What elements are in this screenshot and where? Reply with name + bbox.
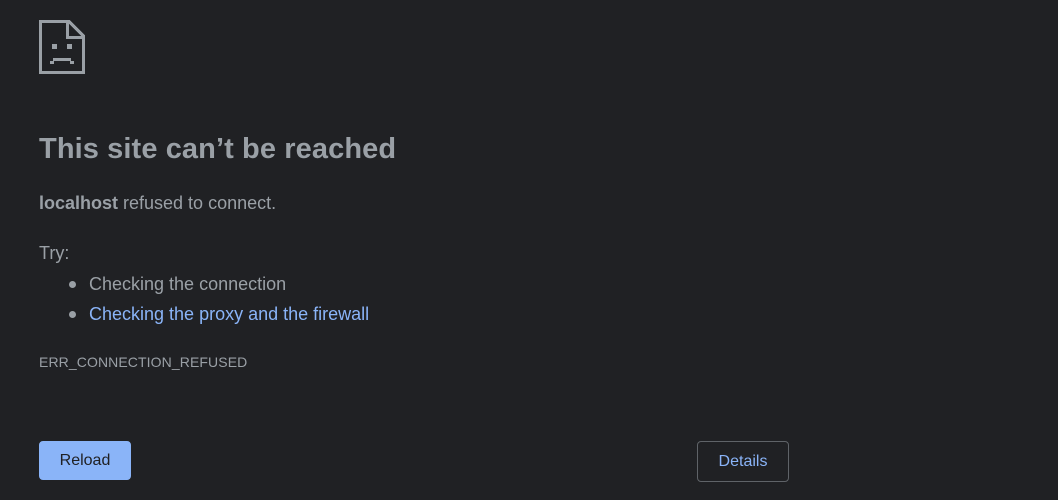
suggestion-check-connection: Checking the connection [89,274,287,294]
page-title: This site can’t be reached [39,133,397,165]
error-summary: localhost refused to connect. [39,193,276,214]
error-message: refused to connect. [118,193,277,213]
host-name: localhost [39,193,119,213]
error-code: ERR_CONNECTION_REFUSED [39,354,248,370]
suggestion-list: Checking the connection Checking the pro… [39,270,369,330]
details-button[interactable]: Details [697,441,789,482]
bullet-icon [69,311,76,318]
list-item: Checking the connection [39,270,369,300]
bullet-icon [69,281,76,288]
suggestion-proxy-firewall-link[interactable]: Checking the proxy and the firewall [89,304,369,324]
try-label: Try: [39,243,70,263]
reload-button[interactable]: Reload [39,441,131,480]
sad-page-icon [39,20,85,74]
list-item[interactable]: Checking the proxy and the firewall [39,300,369,330]
